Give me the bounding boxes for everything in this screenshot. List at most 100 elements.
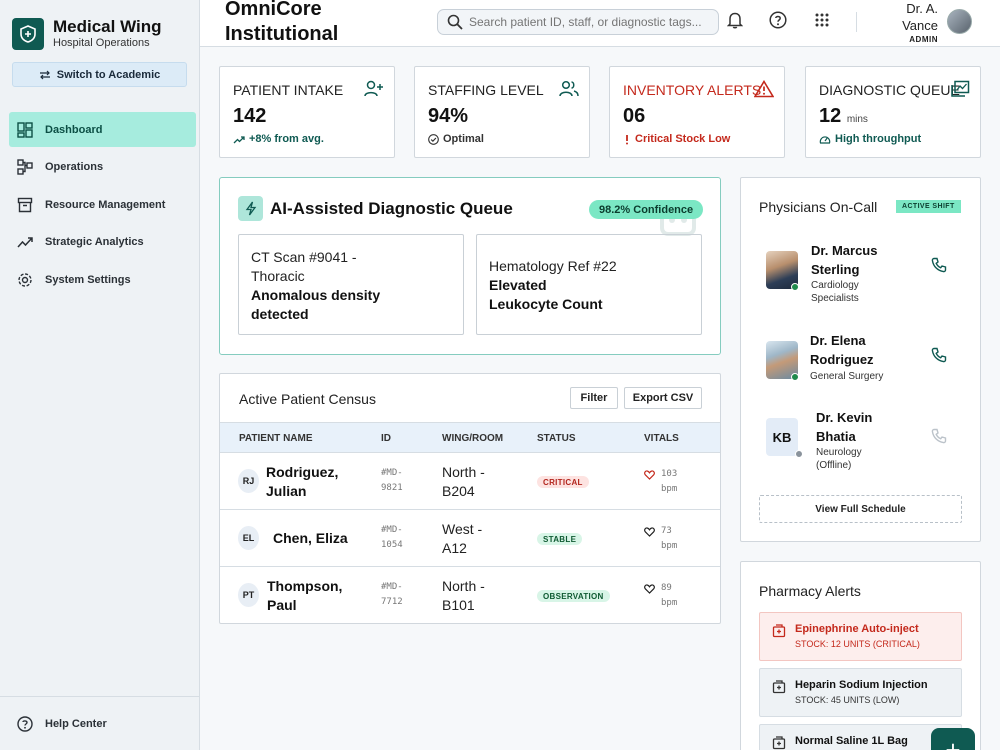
sidebar-item-label: System Settings	[45, 273, 131, 286]
filter-button[interactable]: Filter	[570, 387, 618, 409]
sidebar-item-system-settings[interactable]: System Settings	[9, 262, 196, 297]
status-badge: OBSERVATION	[537, 590, 610, 602]
switch-academic-button[interactable]: Switch to Academic	[12, 62, 187, 87]
column-header[interactable]: ID	[381, 433, 391, 444]
physician-dept: Cardiology Specialists	[811, 280, 859, 304]
pharmacy-alert-item[interactable]: Epinephrine Auto-inject STOCK: 12 UNITS …	[759, 612, 962, 661]
ai-diagnostic-queue-panel: AI-Assisted Diagnostic Queue 98.2% Confi…	[219, 177, 721, 355]
column-header[interactable]: WING/ROOM	[442, 433, 503, 444]
user-role: ADMIN	[909, 35, 938, 44]
users-icon	[559, 80, 579, 97]
kpi-status: High throughput	[819, 133, 921, 145]
patient-id: #MD-1054	[381, 525, 403, 550]
brand-title: Medical Wing	[53, 17, 162, 36]
org-name: OmniCore Institutional	[225, 0, 339, 45]
physician-item[interactable]: KB Dr. Kevin Bhatia Neurology (Offline)	[766, 408, 976, 471]
speedometer-icon	[819, 135, 831, 144]
phone-icon[interactable]	[931, 257, 947, 273]
apps-grid-icon	[815, 13, 829, 27]
kpi-label: DIAGNOSTIC QUEUE	[819, 82, 960, 98]
alert-name: Normal Saline 1L Bag	[795, 735, 908, 747]
pharmacy-title: Pharmacy Alerts	[759, 583, 861, 599]
column-header[interactable]: VITALS	[644, 433, 679, 444]
pharmacy-alert-item[interactable]: Heparin Sodium Injection STOCK: 45 UNITS…	[759, 668, 962, 717]
shield-icon	[12, 17, 44, 50]
vitals-value: 89 bpm	[661, 583, 678, 608]
diagnostic-ref: CT Scan #9041 - Thoracic	[251, 249, 357, 284]
inventory-icon	[17, 197, 33, 212]
table-row[interactable]: EL Chen, Eliza #MD-1054 West - A12 STABL…	[220, 510, 720, 567]
physician-dept: Neurology (Offline)	[816, 447, 862, 471]
sidebar: Medical Wing Hospital Operations Switch …	[0, 0, 200, 750]
kpi-card-staffing-level[interactable]: STAFFING LEVEL 94% Optimal	[414, 66, 590, 158]
table-row[interactable]: PT Thompson, Paul #MD-7712 North - B101 …	[220, 567, 720, 623]
top-header: OmniCore Institutional Dr. A. Vance ADMI…	[200, 0, 1000, 47]
patient-name: Rodriguez, Julian	[266, 464, 339, 499]
patient-vitals: 73 bpm	[644, 524, 691, 554]
diagnostic-finding: Anomalous density detected	[251, 287, 381, 322]
export-csv-button[interactable]: Export CSV	[624, 387, 702, 409]
sidebar-item-label: Operations	[45, 161, 104, 173]
analytics-icon	[17, 237, 33, 248]
online-status-dot	[791, 373, 799, 381]
phone-icon[interactable]	[931, 347, 947, 363]
patient-wing: North - B204	[442, 464, 485, 499]
column-header[interactable]: PATIENT NAME	[239, 433, 313, 444]
physician-item[interactable]: Dr. Elena Rodriguez General Surgery	[766, 331, 976, 391]
operations-icon	[17, 159, 33, 175]
diagnostic-card[interactable]: CT Scan #9041 - Thoracic Anomalous densi…	[238, 234, 464, 335]
kpi-value: 94%	[428, 105, 469, 127]
medication-icon	[772, 736, 786, 750]
user-avatar[interactable]	[947, 9, 972, 34]
header-divider	[856, 12, 857, 32]
check-circle-icon	[428, 133, 439, 145]
notifications-button[interactable]	[725, 10, 745, 30]
kpi-status: Critical Stock Low	[623, 133, 730, 145]
view-full-schedule-button[interactable]: View Full Schedule	[759, 495, 962, 523]
sidebar-item-strategic-analytics[interactable]: Strategic Analytics	[9, 225, 196, 260]
diagnostic-finding: Elevated Leukocyte Count	[489, 277, 603, 312]
dashboard-icon	[17, 121, 33, 138]
kpi-card-diagnostic-queue[interactable]: DIAGNOSTIC QUEUE 12 mins High throughput	[805, 66, 981, 158]
table-row[interactable]: RJ Rodriguez, Julian #MD-9821 North - B2…	[220, 453, 720, 510]
kpi-card-inventory-alerts[interactable]: INVENTORY ALERTS 06 Critical Stock Low	[609, 66, 785, 158]
brand[interactable]: Medical Wing Hospital Operations	[12, 17, 161, 50]
add-fab-button[interactable]: +	[931, 728, 975, 750]
user-name[interactable]: Dr. A. Vance	[878, 0, 938, 34]
search-icon	[447, 14, 463, 30]
sidebar-item-operations[interactable]: Operations	[9, 150, 196, 185]
heart-icon	[644, 527, 655, 537]
medication-icon	[772, 680, 786, 694]
patient-name: Chen, Eliza	[273, 530, 348, 546]
help-center-link[interactable]: Help Center	[0, 696, 200, 750]
apps-button[interactable]	[812, 10, 832, 30]
search-bar[interactable]	[437, 9, 719, 35]
patient-id: #MD-9821	[381, 468, 403, 493]
patient-wing: North - B101	[442, 578, 485, 613]
sidebar-item-label: Resource Management	[45, 198, 166, 211]
vitals-value: 73 bpm	[661, 526, 678, 551]
alert-stock: STOCK: 45 UNITS (LOW)	[795, 695, 900, 705]
user-plus-icon	[364, 80, 383, 97]
heart-icon	[644, 470, 655, 480]
pharmacy-alerts-panel: Pharmacy Alerts Epinephrine Auto-inject …	[740, 561, 981, 750]
help-center-label: Help Center	[45, 717, 107, 730]
diagnostic-card[interactable]: Hematology Ref #22 Elevated Leukocyte Co…	[476, 234, 702, 335]
help-button[interactable]	[768, 10, 788, 30]
alert-stock: STOCK: 12 UNITS (CRITICAL)	[795, 639, 920, 649]
brand-subtitle: Hospital Operations	[53, 37, 150, 49]
sidebar-item-dashboard[interactable]: Dashboard	[9, 112, 196, 147]
kpi-card-patient-intake[interactable]: PATIENT INTAKE 142 +8% from avg.	[219, 66, 395, 158]
swap-icon	[39, 70, 50, 79]
patient-initials: EL	[238, 526, 259, 550]
alert-name: Epinephrine Auto-inject	[795, 623, 919, 635]
column-header[interactable]: STATUS	[537, 433, 576, 444]
sidebar-item-resource-management[interactable]: Resource Management	[9, 187, 196, 222]
physician-dept: General Surgery	[810, 371, 884, 382]
ai-panel-title: AI-Assisted Diagnostic Queue	[270, 199, 513, 218]
physician-item[interactable]: Dr. Marcus Sterling Cardiology Specialis…	[766, 241, 976, 304]
switch-academic-label: Switch to Academic	[56, 68, 161, 81]
patient-initials: PT	[238, 583, 259, 607]
search-input[interactable]	[469, 15, 709, 29]
kpi-status: Optimal	[428, 133, 484, 145]
